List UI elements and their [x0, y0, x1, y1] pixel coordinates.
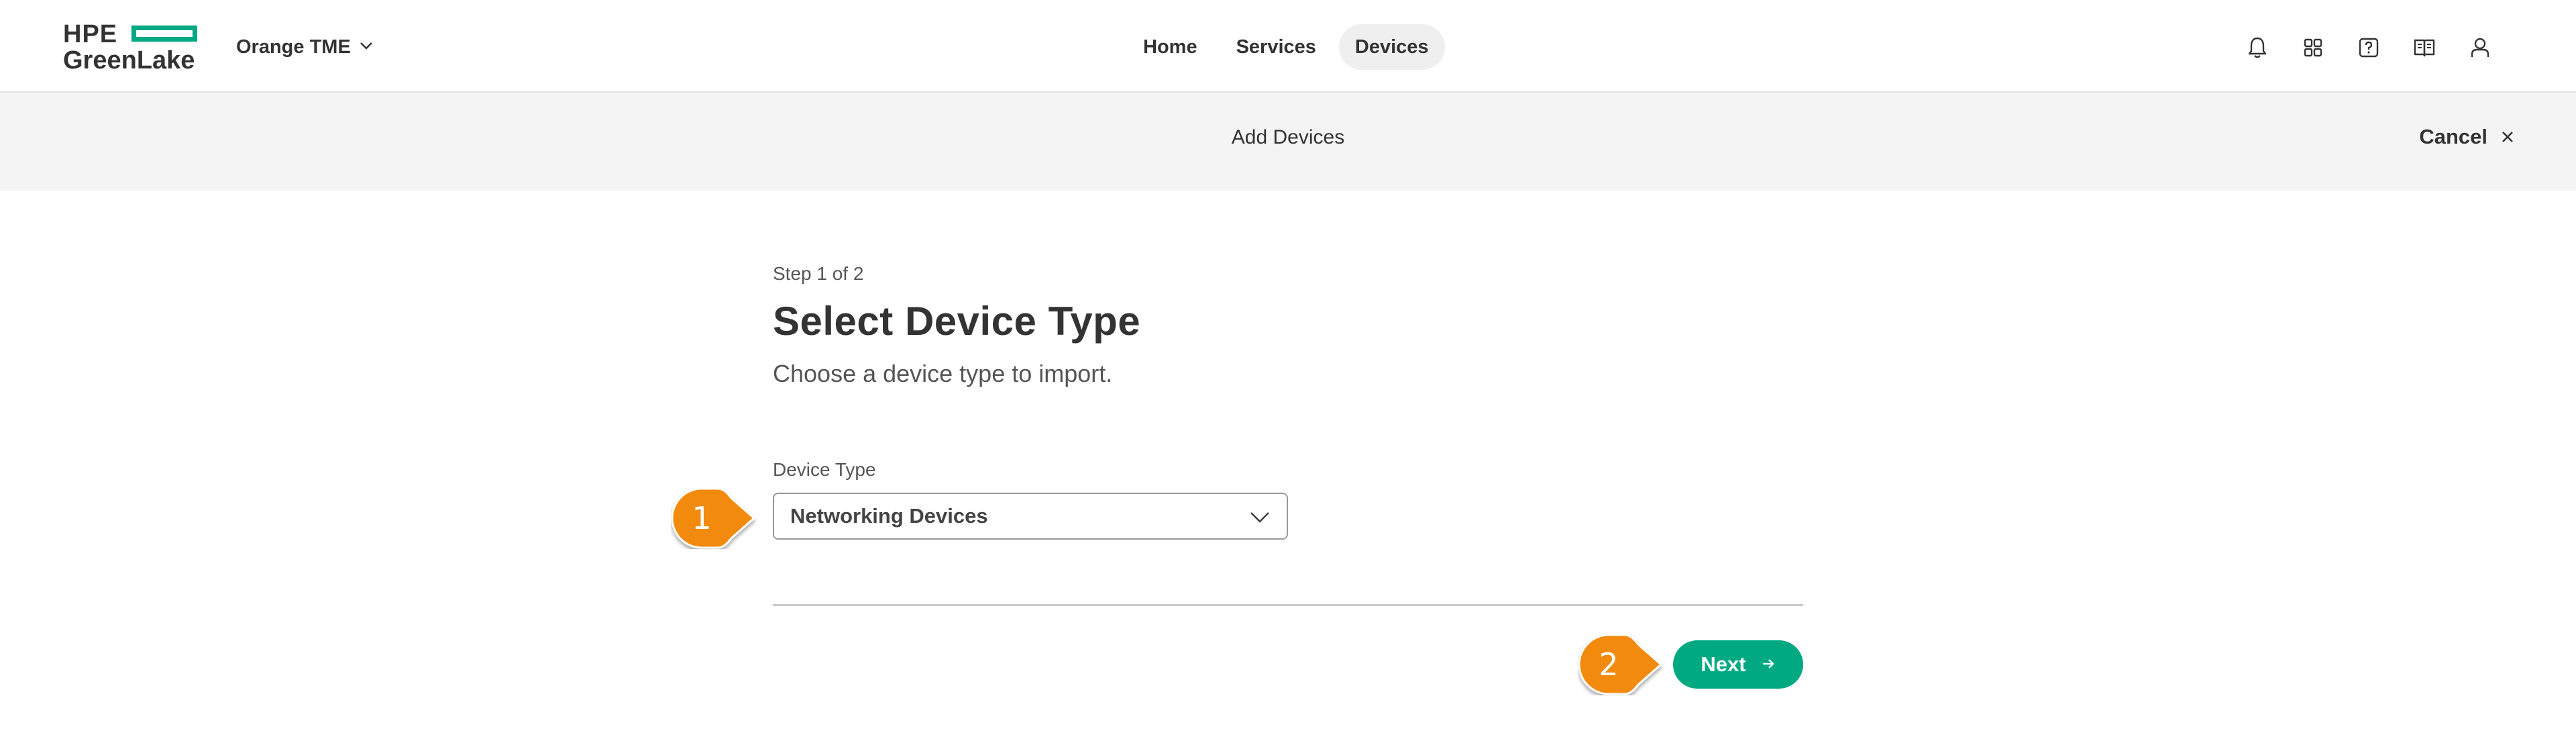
device-type-select[interactable]: Networking Devices	[773, 493, 1288, 540]
hpe-greenlake-logo[interactable]: HPE GreenLake	[63, 20, 204, 77]
bell-icon[interactable]	[2245, 35, 2270, 60]
close-icon	[2501, 125, 2514, 149]
callout-number: 1	[692, 500, 712, 536]
user-icon[interactable]	[2467, 35, 2493, 60]
next-label: Next	[1701, 652, 1746, 676]
chevron-down-icon	[359, 36, 374, 58]
cancel-button[interactable]: Cancel	[2419, 125, 2514, 149]
nav-devices[interactable]: Devices	[1338, 24, 1445, 70]
logo-text-hpe: HPE	[63, 20, 118, 48]
wizard-title: Add Devices	[1231, 126, 1345, 148]
nav-services[interactable]: Services	[1220, 24, 1332, 70]
arrow-right-icon	[1761, 652, 1776, 677]
header-icon-bar	[2245, 35, 2493, 60]
callout-marker-2: 2	[1578, 634, 1664, 695]
cancel-label: Cancel	[2419, 125, 2487, 148]
device-type-value: Networking Devices	[790, 504, 988, 528]
logo-text-greenlake: GreenLake	[63, 46, 195, 75]
chevron-down-icon	[1248, 505, 1272, 534]
help-icon[interactable]	[2356, 35, 2381, 60]
page-title: Select Device Type	[773, 299, 1141, 344]
callout-number: 2	[1599, 646, 1619, 683]
book-icon[interactable]	[2412, 35, 2437, 60]
workspace-name: Orange TME	[236, 36, 351, 58]
top-header: HPE GreenLake Orange TME Home Services D…	[0, 0, 2576, 93]
main-nav: Home Services Devices	[1127, 24, 1445, 70]
device-type-label: Device Type	[773, 459, 876, 480]
nav-home[interactable]: Home	[1127, 24, 1214, 70]
callout-marker-1: 1	[671, 487, 757, 549]
next-button[interactable]: Next	[1673, 640, 1803, 689]
step-indicator: Step 1 of 2	[773, 263, 864, 284]
page-subtitle: Choose a device type to import.	[773, 360, 1113, 387]
divider	[773, 604, 1803, 606]
logo-bar-icon	[131, 26, 197, 42]
apps-grid-icon[interactable]	[2300, 35, 2326, 60]
wizard-subheader: Add Devices Cancel	[0, 93, 2576, 191]
workspace-selector[interactable]: Orange TME	[236, 35, 374, 59]
page: HPE GreenLake Orange TME Home Services D…	[0, 0, 2576, 741]
